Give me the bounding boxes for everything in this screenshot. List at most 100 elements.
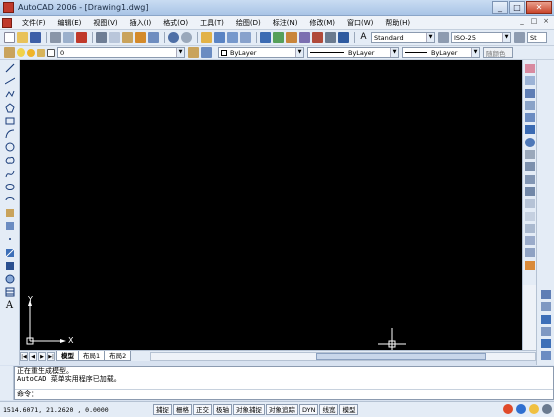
calculator-icon[interactable] bbox=[325, 32, 336, 43]
send-backward-icon[interactable] bbox=[540, 314, 551, 324]
array-icon[interactable] bbox=[524, 113, 535, 123]
menu-modify[interactable]: 修改(M) bbox=[303, 18, 341, 28]
paste-icon[interactable] bbox=[122, 32, 133, 43]
menu-insert[interactable]: 插入(I) bbox=[124, 18, 158, 28]
construction-line-icon[interactable] bbox=[4, 76, 16, 86]
undo-icon[interactable] bbox=[168, 32, 179, 43]
vertical-scrollbar[interactable] bbox=[522, 285, 536, 350]
language-icon[interactable] bbox=[516, 404, 526, 414]
properties-icon[interactable] bbox=[260, 32, 271, 43]
insert-block-icon[interactable] bbox=[4, 208, 16, 218]
plot-style-select[interactable]: 随颜色 bbox=[483, 47, 513, 58]
rectangle-icon[interactable] bbox=[4, 116, 16, 126]
copy-object-icon[interactable] bbox=[524, 76, 535, 86]
zoom-window-icon[interactable] bbox=[227, 32, 238, 43]
menu-edit[interactable]: 编辑(E) bbox=[52, 18, 88, 28]
rotate-icon[interactable] bbox=[524, 137, 535, 147]
autocad-app-icon[interactable] bbox=[3, 2, 14, 13]
linetype-select[interactable]: ByLayer ▼ bbox=[307, 47, 399, 58]
publish-icon[interactable] bbox=[76, 32, 87, 43]
scale-icon[interactable] bbox=[524, 150, 535, 160]
draw-order-icon[interactable] bbox=[540, 290, 551, 299]
point-icon[interactable] bbox=[4, 234, 16, 244]
arc-icon[interactable] bbox=[4, 129, 16, 139]
doc-maximize-button[interactable]: □ bbox=[529, 17, 539, 27]
snap-toggle[interactable]: 捕捉 bbox=[153, 404, 172, 415]
bring-above-icon[interactable] bbox=[540, 326, 551, 336]
ellipse-arc-icon[interactable] bbox=[4, 195, 16, 205]
extend-icon[interactable] bbox=[524, 186, 535, 196]
cut-icon[interactable] bbox=[96, 32, 107, 43]
osnap-toggle[interactable]: 对象捕捉 bbox=[233, 404, 265, 415]
join-icon[interactable] bbox=[524, 223, 535, 233]
menu-draw[interactable]: 绘图(D) bbox=[230, 18, 267, 28]
prev-tab-button[interactable]: ◀ bbox=[29, 351, 37, 361]
mirror-icon[interactable] bbox=[524, 88, 535, 98]
grid-toggle[interactable]: 栅格 bbox=[173, 404, 192, 415]
new-file-icon[interactable] bbox=[4, 32, 15, 43]
ellipse-icon[interactable] bbox=[4, 182, 16, 192]
move-icon[interactable] bbox=[524, 125, 535, 135]
tab-model[interactable]: 模型 bbox=[56, 351, 79, 361]
print-icon[interactable] bbox=[50, 32, 61, 43]
table-style-select[interactable]: St bbox=[527, 32, 547, 43]
zoom-previous-icon[interactable] bbox=[240, 32, 251, 43]
otrack-toggle[interactable]: 对象追踪 bbox=[266, 404, 298, 415]
multiline-text-icon[interactable]: A bbox=[4, 300, 16, 311]
ortho-toggle[interactable]: 正交 bbox=[193, 404, 212, 415]
line-icon[interactable] bbox=[4, 63, 16, 73]
dyn-toggle[interactable]: DYN bbox=[299, 404, 319, 415]
menu-format[interactable]: 格式(O) bbox=[157, 18, 194, 28]
pan-icon[interactable] bbox=[201, 32, 212, 43]
doc-minimize-button[interactable]: _ bbox=[517, 17, 527, 27]
offset-icon[interactable] bbox=[524, 100, 535, 110]
close-button[interactable]: ✕ bbox=[526, 1, 552, 14]
circle-icon[interactable] bbox=[4, 142, 16, 152]
save-icon[interactable] bbox=[30, 32, 41, 43]
design-center-icon[interactable] bbox=[273, 32, 284, 43]
send-under-icon[interactable] bbox=[540, 339, 551, 349]
tool-palettes-icon[interactable] bbox=[286, 32, 297, 43]
menu-file[interactable]: 文件(F) bbox=[16, 18, 52, 28]
erase-icon[interactable] bbox=[524, 64, 535, 73]
region-icon[interactable] bbox=[4, 274, 16, 284]
last-tab-button[interactable]: ▶| bbox=[47, 351, 55, 361]
model-toggle[interactable]: 模型 bbox=[339, 404, 359, 415]
command-window-grip[interactable] bbox=[0, 366, 14, 400]
coordinate-readout[interactable]: 1514.6071, 21.2620 , 0.0000 bbox=[3, 406, 153, 414]
help-icon[interactable] bbox=[338, 32, 349, 43]
command-input[interactable]: 命令： bbox=[15, 389, 553, 399]
chamfer-icon[interactable] bbox=[524, 236, 535, 246]
sheet-set-icon[interactable] bbox=[299, 32, 310, 43]
layer-manager-icon[interactable] bbox=[4, 47, 15, 58]
match-properties-icon[interactable] bbox=[135, 32, 146, 43]
hatch-icon[interactable] bbox=[4, 248, 16, 258]
punctuation-icon[interactable] bbox=[542, 404, 552, 414]
print-preview-icon[interactable] bbox=[63, 32, 74, 43]
polar-toggle[interactable]: 极轴 bbox=[213, 404, 232, 415]
layer-select[interactable]: 0 ▼ bbox=[57, 47, 185, 58]
markup-icon[interactable] bbox=[312, 32, 323, 43]
tab-layout1[interactable]: 布局1 bbox=[78, 351, 106, 361]
spline-icon[interactable] bbox=[4, 169, 16, 179]
maximize-button[interactable]: □ bbox=[509, 1, 525, 14]
break-icon[interactable] bbox=[524, 211, 535, 221]
stretch-icon[interactable] bbox=[524, 162, 535, 172]
text-style-select[interactable]: Standard ▼ bbox=[371, 32, 435, 43]
open-file-icon[interactable] bbox=[17, 32, 28, 43]
next-tab-button[interactable]: ▶ bbox=[38, 351, 46, 361]
lineweight-toggle[interactable]: 线宽 bbox=[319, 404, 339, 415]
dim-style-select[interactable]: ISO-25 ▼ bbox=[451, 32, 511, 43]
zoom-realtime-icon[interactable] bbox=[214, 32, 225, 43]
first-tab-button[interactable]: |◀ bbox=[20, 351, 28, 361]
block-editor-icon[interactable] bbox=[148, 32, 159, 43]
copy-icon[interactable] bbox=[109, 32, 120, 43]
minimize-button[interactable]: _ bbox=[492, 1, 508, 14]
break-at-point-icon[interactable] bbox=[524, 199, 535, 209]
layer-previous-icon[interactable] bbox=[201, 47, 212, 58]
horizontal-scrollbar[interactable] bbox=[150, 351, 536, 361]
color-select[interactable]: ByLayer ▼ bbox=[218, 47, 304, 58]
gradient-icon[interactable] bbox=[4, 261, 16, 271]
moon-icon[interactable] bbox=[529, 404, 539, 414]
text-to-front-icon[interactable] bbox=[540, 351, 551, 361]
